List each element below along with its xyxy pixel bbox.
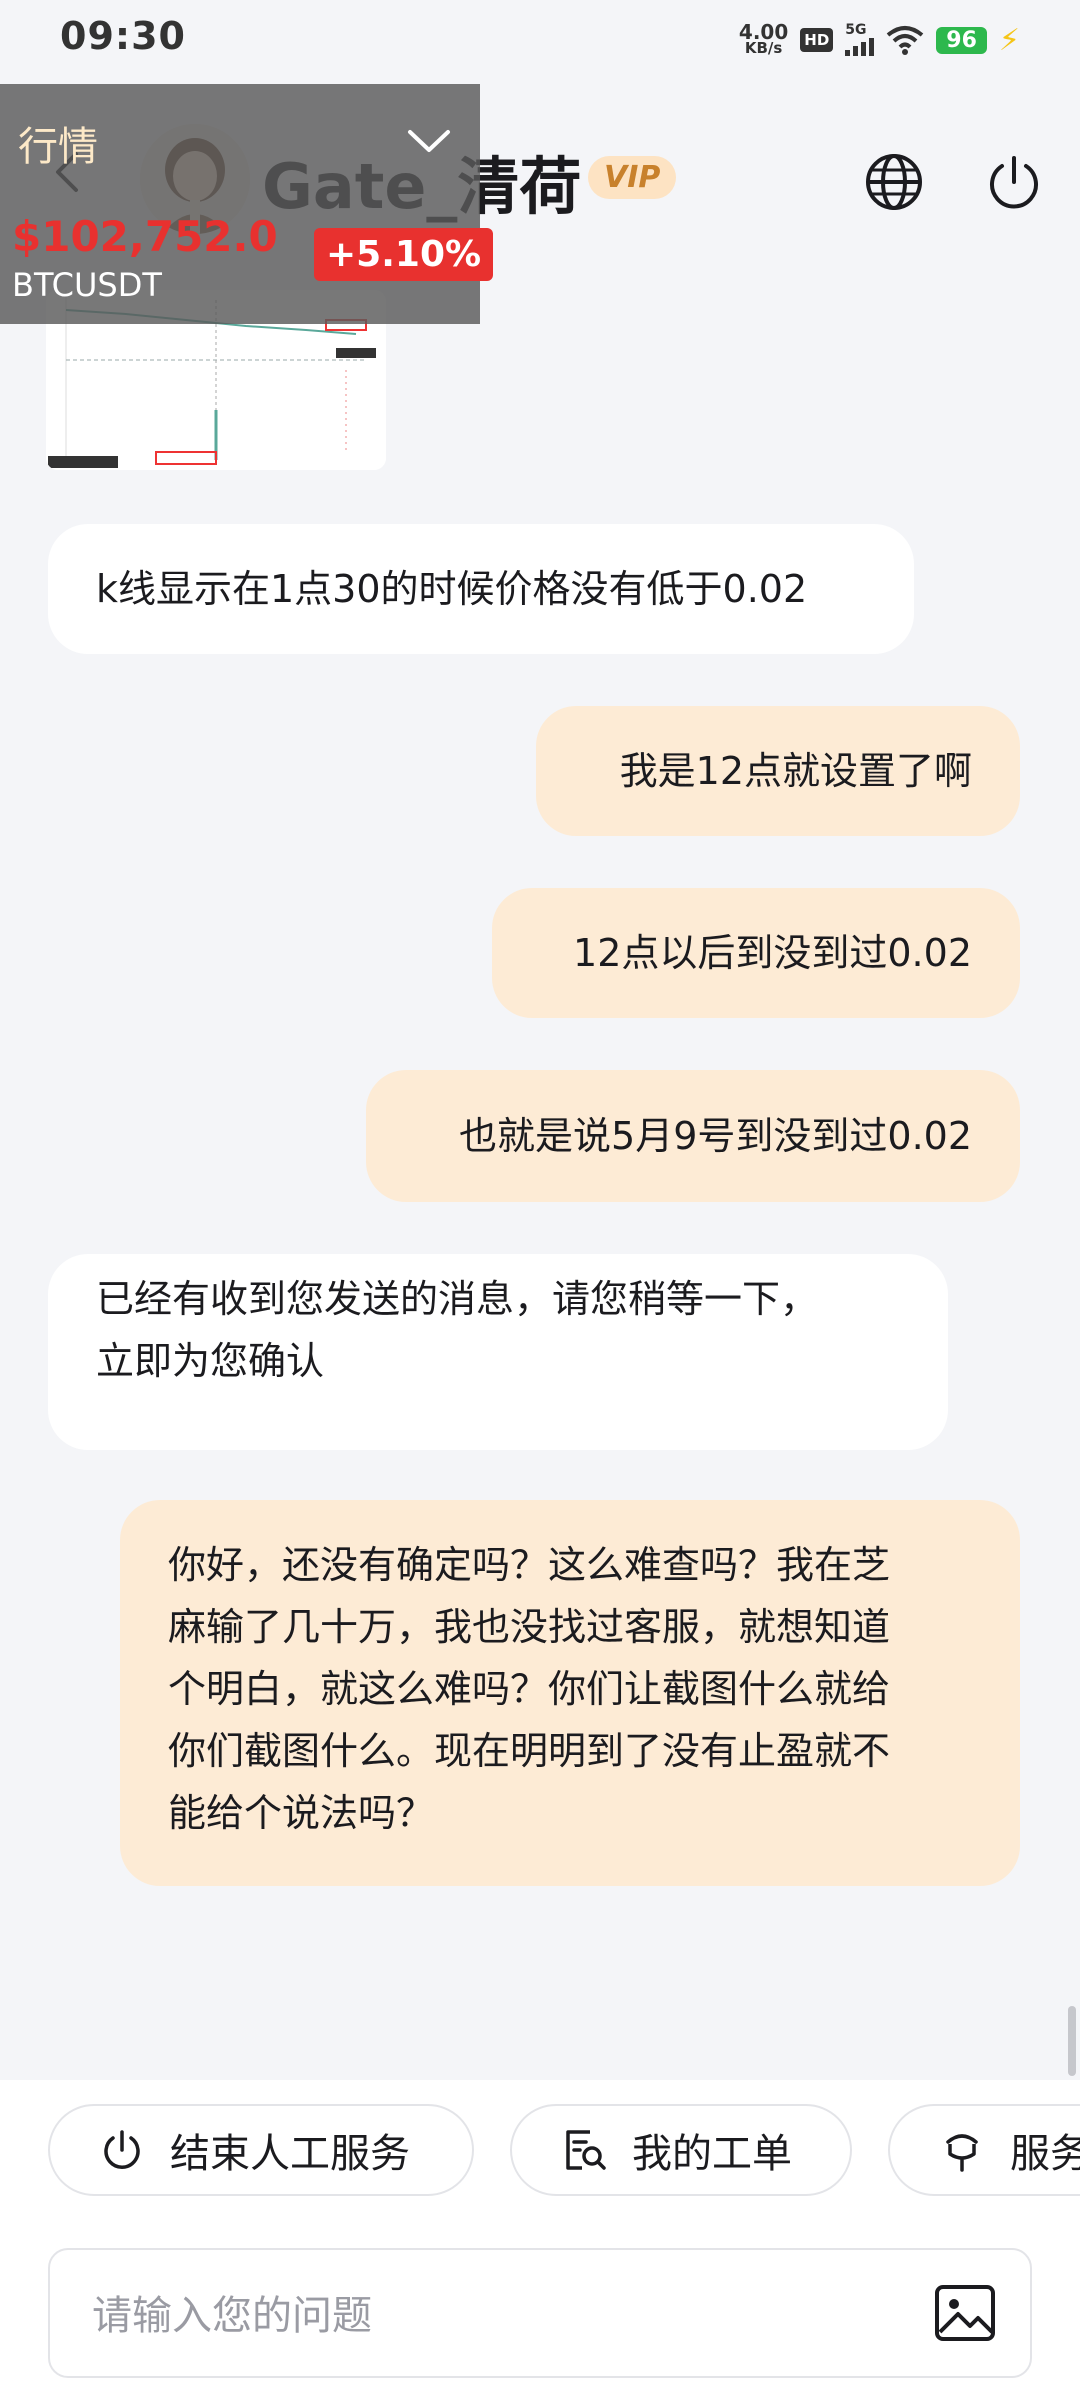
end-service-button[interactable]: 结束人工服务 [48,2104,474,2196]
ticker-price: $102,752.0 [12,212,278,261]
message-input[interactable] [90,2280,914,2352]
cellular-signal-icon: 5G [845,22,875,56]
ticker-label: 行情 [18,124,98,170]
status-icons: 4.00 KB/s HD 5G 96 ⚡ [739,18,1020,62]
message-incoming: k线显示在1点30的时候价格没有低于0.02 [48,524,914,654]
hd-icon: HD [800,28,834,52]
ticket-search-icon [566,2130,606,2170]
market-ticker-overlay[interactable]: 行情 $102,752.0 +5.10% BTCUSDT [0,84,494,324]
message-text-line: 麻输了几十万，我也没找过客服，就想知道 [168,1605,891,1649]
network-speed: 4.00 KB/s [738,20,789,57]
message-outgoing: 我是12点就设置了啊 [536,706,1020,836]
network-speed-unit: KB/s [744,39,783,57]
message-text-line: 能给个说法吗？ [168,1791,435,1835]
network-type: 5G [845,22,867,38]
message-text-line: 你们截图什么。现在明明到了没有止盈就不 [168,1729,891,1773]
status-time: 09:30 [60,14,186,58]
message-outgoing: 你好，还没有确定吗？这么难查吗？我在芝 麻输了几十万，我也没找过客服，就想知道 … [120,1500,1020,1886]
status-bar: 09:30 4.00 KB/s HD 5G 96 ⚡ [0,0,1080,80]
end-service-label: 结束人工服务 [170,2131,410,2177]
bottom-panel: 结束人工服务 我的工单 服务 [0,2080,1080,2400]
message-input-box [48,2248,1032,2378]
service-icon [946,2134,978,2172]
message-text-line: 已经有收到您发送的消息，请您稍等一下， [96,1277,819,1321]
message-outgoing: 12点以后到没到过0.02 [492,888,1020,1018]
ticker-symbol: BTCUSDT [12,266,162,304]
message-text-line: 立即为您确认 [96,1339,325,1383]
message-text: 12点以后到没到过0.02 [573,931,972,975]
power-icon[interactable] [982,150,1046,214]
message-text-line: 个明白，就这么难吗？你们让截图什么就给 [168,1667,891,1711]
message-text: 我是12点就设置了啊 [619,749,972,793]
my-tickets-button[interactable]: 我的工单 [510,2104,852,2196]
my-tickets-label: 我的工单 [632,2131,792,2177]
chevron-down-icon[interactable] [406,126,452,156]
vip-badge: VIP [588,156,677,199]
service-label: 服务 [1010,2131,1080,2177]
service-button[interactable]: 服务 [888,2104,1080,2196]
scrollbar-thumb[interactable] [1068,2006,1076,2076]
charging-icon: ⚡ [998,22,1020,58]
wifi-icon [887,26,924,55]
battery-icon: 96 [936,26,987,54]
message-incoming: 已经有收到您发送的消息，请您稍等一下， 立即为您确认 [48,1254,948,1450]
power-icon [104,2130,140,2169]
image-upload-icon[interactable] [934,2284,996,2342]
ticker-change-badge: +5.10% [314,228,494,281]
message-text: k线显示在1点30的时候价格没有低于0.02 [96,567,808,611]
globe-icon[interactable] [862,150,926,214]
message-text-line: 你好，还没有确定吗？这么难查吗？我在芝 [168,1543,891,1587]
message-outgoing: 也就是说5月9号到没到过0.02 [366,1070,1020,1202]
network-speed-value: 4.00 [738,20,789,44]
message-text: 也就是说5月9号到没到过0.02 [459,1114,972,1158]
